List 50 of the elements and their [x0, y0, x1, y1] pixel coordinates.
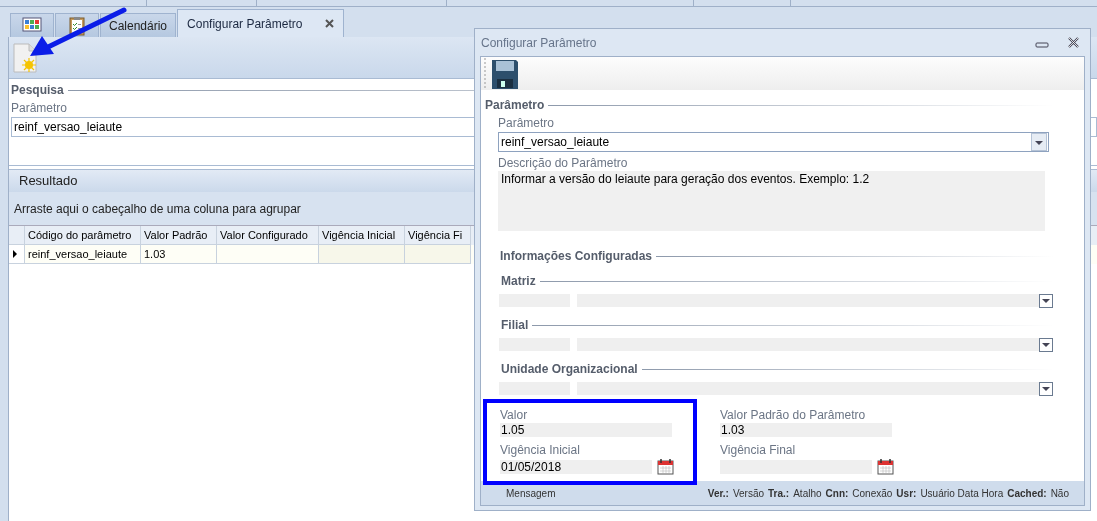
- section-title: Unidade Organizacional: [501, 362, 638, 376]
- status-key: Ver.:: [707, 487, 729, 499]
- status-key: Usr:: [896, 487, 917, 499]
- dropdown-field[interactable]: [577, 338, 1053, 351]
- status-value: Atalho: [793, 487, 822, 499]
- dropdown-caret-icon[interactable]: [1039, 381, 1053, 396]
- dropdown-field[interactable]: reinf_versao_leiaute: [498, 132, 1049, 152]
- dropdown-field[interactable]: [577, 382, 1053, 395]
- field-label: Vigência Inicial: [500, 443, 580, 457]
- section-title: Filial: [501, 318, 529, 332]
- input-field[interactable]: 1.05: [500, 423, 672, 437]
- tab[interactable]: Configurar Parâmetro: [177, 9, 345, 37]
- dropdown-field[interactable]: [577, 294, 1053, 307]
- window-title: Configurar Parâmetro: [481, 35, 597, 50]
- field-label: Valor: [500, 408, 528, 422]
- tab[interactable]: Calendário: [100, 13, 177, 37]
- section-title: Pesquisa: [11, 83, 64, 97]
- dropdown-caret-icon[interactable]: [1039, 337, 1053, 352]
- status-key: Cnn:: [825, 487, 849, 499]
- dropdown-caret-icon[interactable]: [1039, 293, 1053, 308]
- dropdown-caret-icon[interactable]: [1031, 133, 1047, 151]
- calendar-icon[interactable]: [657, 458, 674, 475]
- description-field[interactable]: Informar a versão do leiaute para geração dos eventos. Exemplo: 1.2: [498, 171, 1045, 231]
- section-title: Parâmetro: [485, 98, 545, 112]
- status-value: Versão: [732, 487, 765, 499]
- close-icon[interactable]: [1067, 36, 1080, 49]
- field-label: Parâmetro: [498, 116, 555, 130]
- section-title: Matriz: [501, 274, 536, 288]
- section-title: Informações Configuradas: [500, 249, 653, 263]
- status-value: Conexão: [852, 487, 893, 499]
- status-value: Não: [1050, 487, 1069, 499]
- tab[interactable]: [10, 13, 54, 37]
- field-label: Parâmetro: [11, 101, 68, 115]
- save-icon[interactable]: [483, 57, 521, 90]
- status-key: Cached:: [1007, 487, 1047, 499]
- input-field[interactable]: 1.03: [720, 423, 892, 437]
- status-key: Tra.:: [768, 487, 790, 499]
- status-value: Usuário Data Hora: [920, 487, 1004, 499]
- table-cell: 1.03: [141, 245, 217, 264]
- close-icon[interactable]: [324, 18, 336, 29]
- calendar-icon[interactable]: [877, 458, 894, 475]
- input-field[interactable]: 01/05/2018: [500, 459, 652, 474]
- table-cell: reinf_versao_leiaute: [25, 245, 141, 264]
- status-message: Mensagem: [506, 487, 556, 499]
- group-hint: Arraste aqui o cabeçalho de uma coluna para agrupar: [14, 201, 301, 216]
- field-label: Descrição do Parâmetro: [498, 156, 628, 170]
- new-document-icon[interactable]: [12, 42, 38, 73]
- current-row-icon: [12, 249, 18, 259]
- field-label: Vigência Final: [720, 443, 796, 457]
- field-label: Valor Padrão do Parâmetro: [720, 408, 866, 422]
